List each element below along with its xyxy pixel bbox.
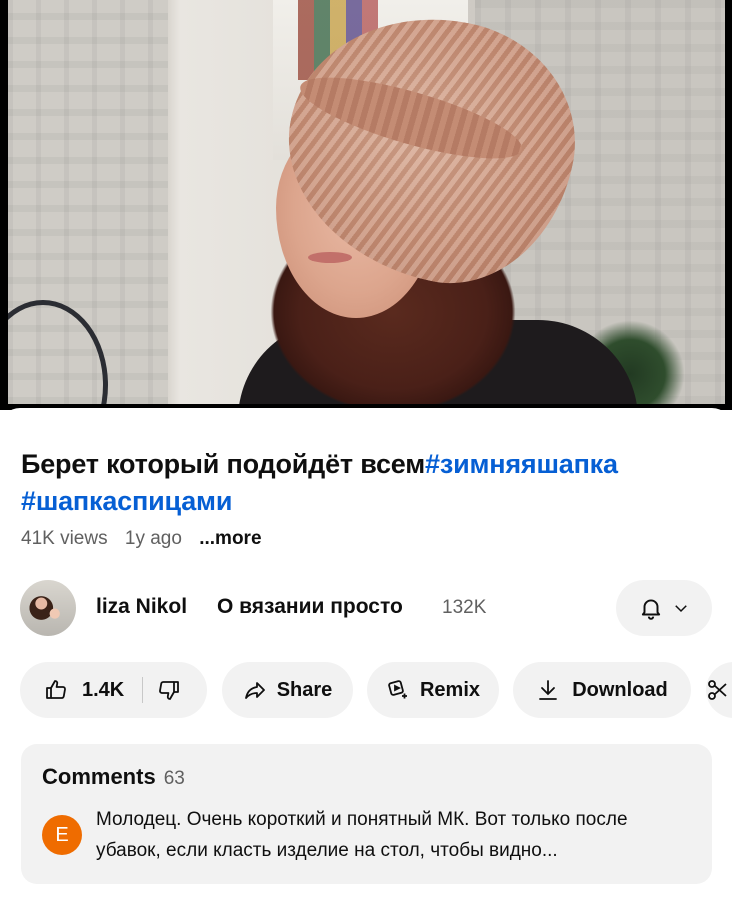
more-link[interactable]: ...more xyxy=(199,528,261,549)
view-count: 41K views xyxy=(21,528,108,549)
subscriber-count: 132K xyxy=(442,597,487,618)
download-icon xyxy=(539,680,558,700)
upload-age: 1y ago xyxy=(124,528,182,549)
commenter-avatar[interactable]: E xyxy=(42,815,82,855)
like-dislike-group: 1.4K xyxy=(20,662,207,718)
like-button[interactable]: 1.4K xyxy=(20,678,124,702)
video-player[interactable] xyxy=(0,0,732,410)
share-button[interactable]: Share xyxy=(222,662,353,718)
channel-avatar[interactable] xyxy=(20,580,76,636)
channel-subtitle[interactable]: О вязании просто xyxy=(217,595,403,619)
bell-icon xyxy=(641,599,661,620)
scissors-icon xyxy=(708,680,727,700)
download-button[interactable]: Download xyxy=(513,662,691,718)
commenter-avatar-letter: E xyxy=(55,823,69,846)
comments-header: Comments 63 xyxy=(42,764,185,790)
share-label: Share xyxy=(276,678,333,701)
comments-label: Comments xyxy=(42,764,156,789)
thumbs-up-icon xyxy=(46,680,66,699)
like-count: 1.4K xyxy=(82,678,125,701)
video-frame xyxy=(8,0,725,404)
lips xyxy=(308,252,352,263)
remix-icon xyxy=(388,680,407,699)
chevron-down-icon xyxy=(675,605,687,613)
video-meta[interactable]: 41K views 1y ago ...more xyxy=(21,528,274,550)
channel-name[interactable]: liza Nikol xyxy=(96,595,187,619)
dislike-button[interactable] xyxy=(157,678,181,702)
download-label: Download xyxy=(572,678,668,701)
thumbs-down-icon xyxy=(159,681,180,700)
notifications-button[interactable] xyxy=(616,580,712,636)
like-divider xyxy=(142,677,144,703)
share-icon xyxy=(244,682,265,699)
video-title[interactable]: Берет который подойдёт всем#зимняяшапка … xyxy=(21,446,711,520)
video-title-text: Берет который подойдёт всем xyxy=(21,449,426,479)
comments-card[interactable]: Comments 63 E Молодец. Очень короткий и п… xyxy=(21,744,712,884)
remix-label: Remix xyxy=(419,678,481,701)
remix-button[interactable]: Remix xyxy=(367,662,499,718)
comments-count: 63 xyxy=(163,768,185,789)
top-comment-text: Молодец. Очень короткий и понятный МК. В… xyxy=(96,809,628,861)
